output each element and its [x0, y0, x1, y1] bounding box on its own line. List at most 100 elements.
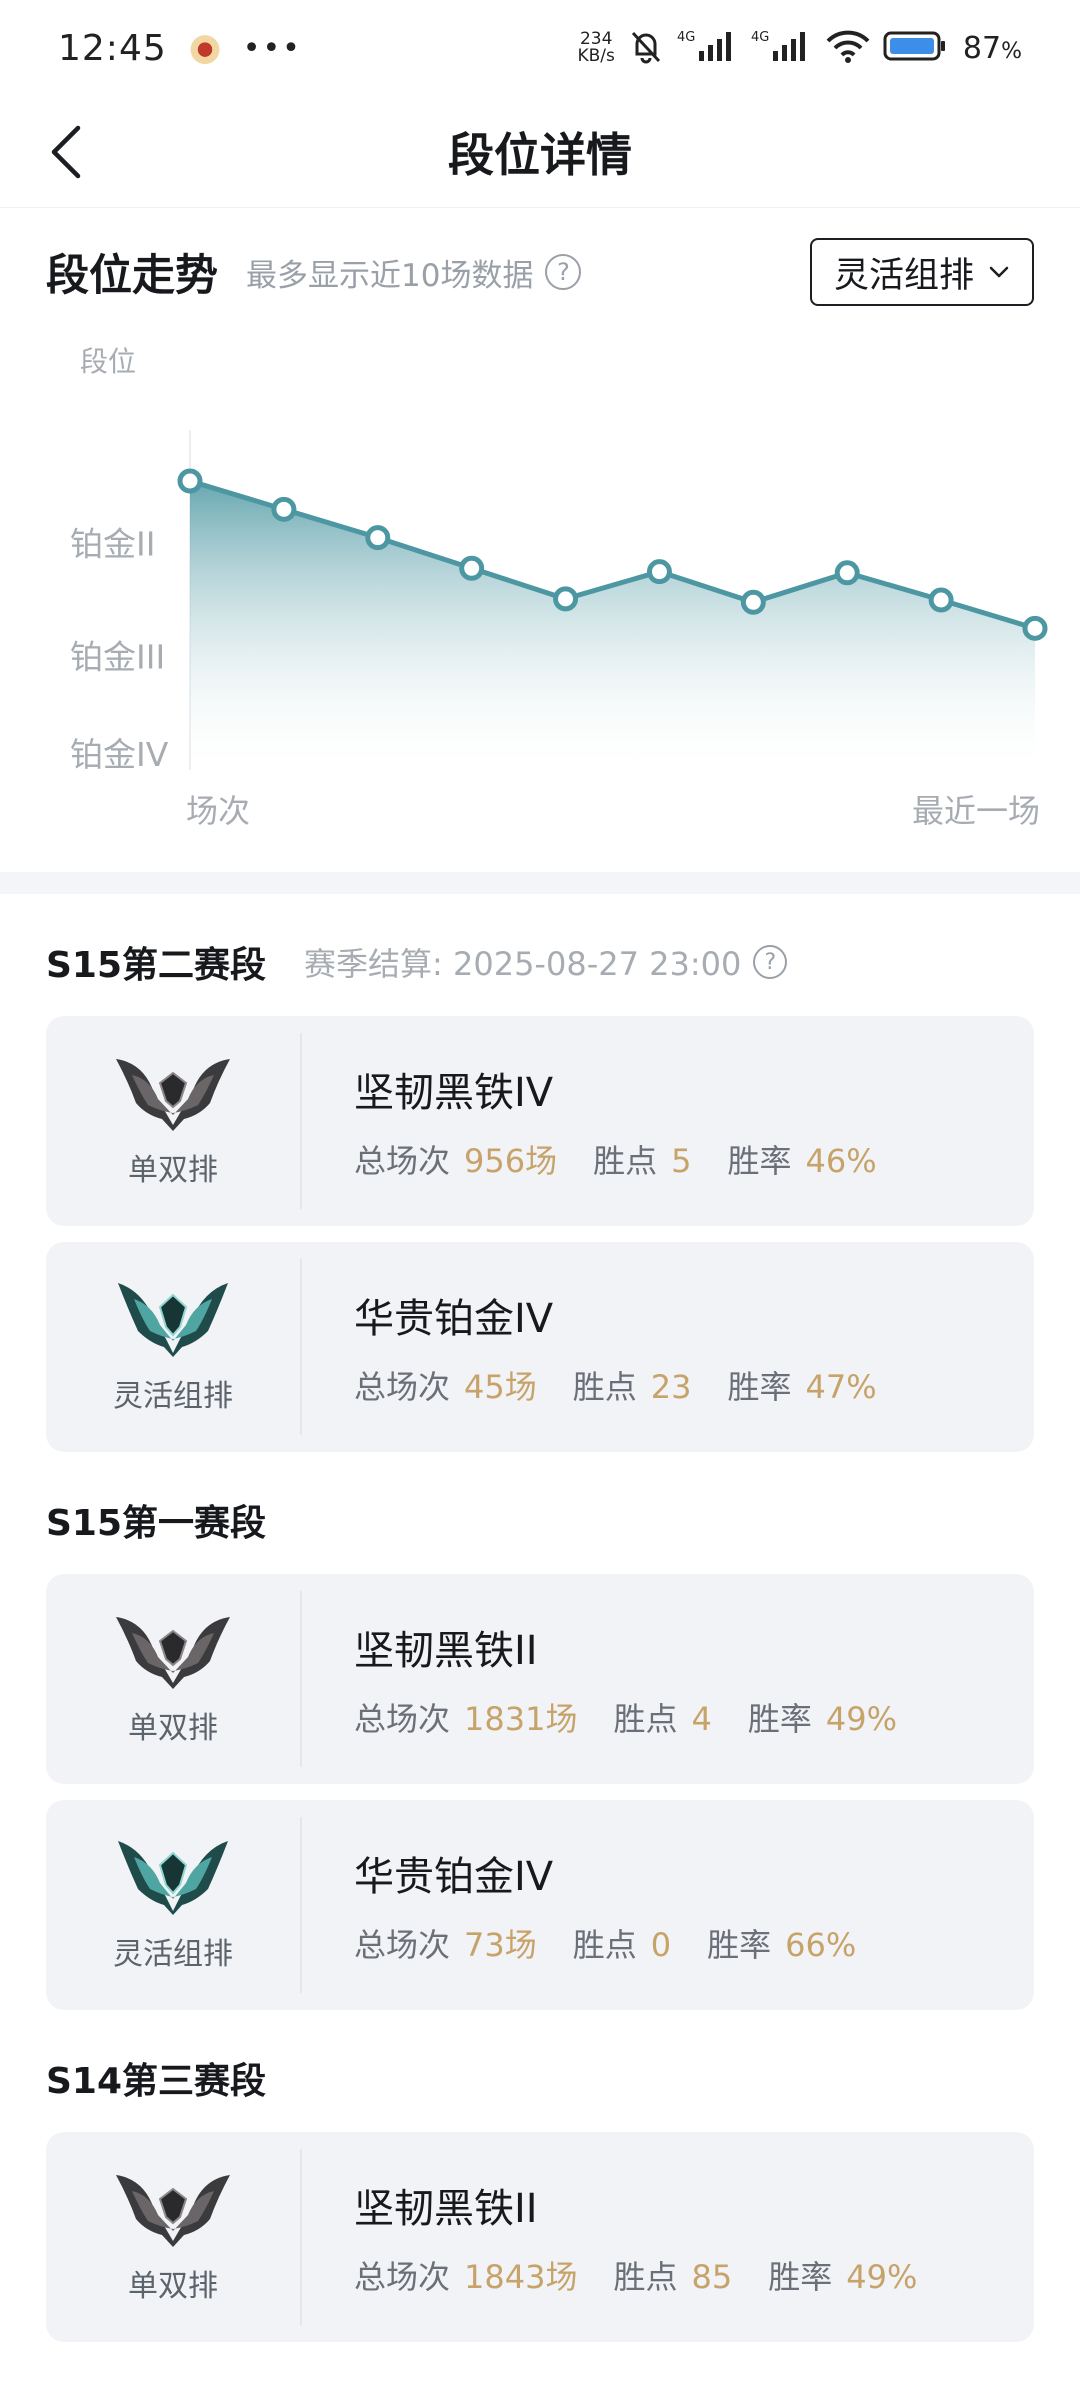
- rank-stats: 总场次 1831场 胜点 4 胜率 49%: [354, 1694, 933, 1740]
- section-divider: [0, 872, 1080, 894]
- back-button[interactable]: [36, 122, 96, 182]
- network-speed: 234 KB/s: [578, 31, 615, 65]
- season-list: S15第二赛段 赛季结算: 2025-08-27 23:00? 单双排 坚韧黑铁IV 总…: [0, 894, 1080, 2358]
- rank-queue-section: 单双排: [46, 1016, 300, 1226]
- chevron-down-icon: [989, 266, 1009, 278]
- winrate-label: 胜率: [747, 1700, 812, 1738]
- season-settlement-time: 赛季结算: 2025-08-27 23:00: [304, 945, 742, 983]
- y-tick-label: 铂金IV: [70, 735, 169, 774]
- rank-trend-chart-svg: 段位 铂金IV 铂金III 铂金II 场次 最近一场: [70, 345, 1048, 830]
- y-tick-label: 铂金II: [70, 524, 155, 563]
- rank-card[interactable]: 灵活组排 华贵铂金IV 总场次 73场 胜点 0 胜率 66%: [46, 1800, 1034, 2010]
- bell-muted-icon: [627, 27, 665, 69]
- queue-mode-label: 灵活组排: [833, 255, 974, 296]
- games-label: 总场次: [354, 2258, 451, 2296]
- winrate-label: 胜率: [727, 1368, 792, 1406]
- rank-queue-section: 灵活组排: [46, 1242, 300, 1452]
- rank-trend-area: [190, 481, 1035, 770]
- network-speed-unit: KB/s: [577, 46, 615, 66]
- games-value: 956场: [464, 1142, 558, 1180]
- rank-card[interactable]: 灵活组排 华贵铂金IV 总场次 45场 胜点 23 胜率 47%: [46, 1242, 1034, 1452]
- winrate-label: 胜率: [727, 1142, 792, 1180]
- games-label: 总场次: [354, 1700, 451, 1738]
- season-header: S15第二赛段 赛季结算: 2025-08-27 23:00?: [0, 922, 1080, 1002]
- games-value: 1831场: [464, 1700, 578, 1738]
- queue-mode-dropdown[interactable]: 灵活组排: [809, 238, 1034, 306]
- data-point: [740, 589, 766, 615]
- lp-value: 85: [691, 2258, 733, 2296]
- lp-value: 23: [650, 1368, 692, 1406]
- season-name: S15第一赛段: [46, 1503, 267, 1544]
- season-header: S14第三赛段: [0, 2038, 1080, 2118]
- platinum-emblem-icon: [114, 1279, 232, 1357]
- rank-trend-header: 段位走势 最多显示近10场数据 ? 灵活组排: [0, 232, 1080, 312]
- data-point: [928, 587, 954, 613]
- rank-tier: 华贵铂金IV: [354, 1854, 554, 1900]
- y-axis-label: 段位: [80, 345, 136, 378]
- winrate-value: 47%: [805, 1368, 877, 1406]
- rank-tier: 华贵铂金IV: [354, 1296, 554, 1342]
- lp-value: 4: [691, 1700, 712, 1738]
- lp-label: 胜点: [613, 2258, 678, 2296]
- battery-percent: 87%: [963, 31, 1022, 66]
- rank-stats: 总场次 1843场 胜点 85 胜率 49%: [354, 2252, 953, 2298]
- data-point: [459, 555, 485, 581]
- rank-tier: 坚韧黑铁IV: [354, 1070, 554, 1116]
- winrate-value: 66%: [785, 1926, 857, 1964]
- nav-bar: 段位详情: [0, 96, 1080, 208]
- help-icon[interactable]: ?: [545, 254, 582, 290]
- games-value: 1843场: [464, 2258, 578, 2296]
- status-bar: 12:45 ••• 234 KB/s 4G 4G 87%: [0, 0, 1080, 96]
- signal-4g-icon: 4G: [751, 29, 813, 67]
- winrate-label: 胜率: [768, 2258, 833, 2296]
- lp-value: 5: [671, 1142, 692, 1180]
- x-axis-start-label: 场次: [186, 792, 250, 830]
- rank-tier: 坚韧黑铁II: [354, 2186, 538, 2232]
- rank-stats: 总场次 956场 胜点 5 胜率 46%: [354, 1136, 913, 1182]
- rank-stats: 总场次 73场 胜点 0 胜率 66%: [354, 1920, 892, 1966]
- rank-info: 华贵铂金IV 总场次 45场 胜点 23 胜率 47%: [302, 1286, 913, 1408]
- games-value: 73场: [464, 1926, 537, 1964]
- queue-type: 单双排: [128, 1711, 218, 1746]
- help-icon[interactable]: ?: [753, 945, 788, 979]
- lp-label: 胜点: [572, 1926, 637, 1964]
- rank-card[interactable]: 单双排 坚韧黑铁II 总场次 1831场 胜点 4 胜率 49%: [46, 1574, 1034, 1784]
- rank-info: 坚韧黑铁II 总场次 1831场 胜点 4 胜率 49%: [302, 1618, 933, 1740]
- queue-type: 单双排: [128, 1153, 218, 1188]
- lp-value: 0: [650, 1926, 672, 1964]
- data-point: [177, 468, 203, 494]
- rank-tier: 坚韧黑铁II: [354, 1628, 538, 1674]
- rank-info: 坚韧黑铁II 总场次 1843场 胜点 85 胜率 49%: [302, 2176, 953, 2298]
- rank-stats: 总场次 45场 胜点 23 胜率 47%: [354, 1362, 913, 1408]
- winrate-value: 49%: [846, 2258, 918, 2296]
- more-notifications-icon: •••: [242, 30, 302, 66]
- data-point: [834, 560, 860, 586]
- games-label: 总场次: [354, 1368, 451, 1406]
- winrate-label: 胜率: [707, 1926, 772, 1964]
- rank-trend-subtitle: 最多显示近10场数据: [246, 257, 534, 294]
- status-time: 12:45: [58, 27, 167, 69]
- data-point: [271, 496, 297, 522]
- season-name: S14第三赛段: [46, 2061, 267, 2102]
- iron-emblem-icon: [114, 1611, 232, 1689]
- data-point: [1022, 615, 1048, 641]
- games-label: 总场次: [354, 1926, 451, 1964]
- data-point: [365, 525, 391, 551]
- winrate-value: 46%: [805, 1142, 877, 1180]
- svg-text:4G: 4G: [677, 30, 695, 45]
- queue-type: 灵活组排: [113, 1379, 233, 1414]
- x-axis-end-label: 最近一场: [912, 792, 1040, 830]
- rank-card[interactable]: 单双排 坚韧黑铁II 总场次 1843场 胜点 85 胜率 49%: [46, 2132, 1034, 2342]
- iron-emblem-icon: [114, 2169, 232, 2247]
- lp-label: 胜点: [572, 1368, 637, 1406]
- data-point: [646, 559, 672, 585]
- iron-emblem-icon: [114, 1053, 232, 1131]
- wifi-icon: [825, 29, 871, 67]
- battery-icon: [883, 30, 947, 66]
- y-tick-label: 铂金III: [70, 638, 165, 677]
- rank-info: 华贵铂金IV 总场次 73场 胜点 0 胜率 66%: [302, 1844, 892, 1966]
- rank-card[interactable]: 单双排 坚韧黑铁IV 总场次 956场 胜点 5 胜率 46%: [46, 1016, 1034, 1226]
- lp-label: 胜点: [593, 1142, 658, 1180]
- queue-type: 灵活组排: [113, 1937, 233, 1972]
- battery-percent-unit: %: [1001, 38, 1022, 64]
